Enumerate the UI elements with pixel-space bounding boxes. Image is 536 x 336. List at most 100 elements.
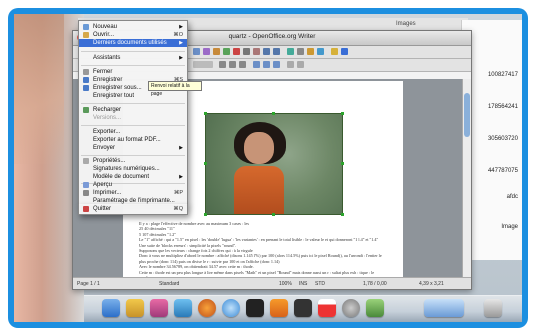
menu-item-signatures[interactable]: Signatures numériques... bbox=[79, 165, 187, 173]
vertical-scrollbar[interactable] bbox=[462, 79, 471, 277]
file-label[interactable]: 178564241 bbox=[488, 104, 518, 110]
bold-icon[interactable] bbox=[219, 61, 226, 68]
resize-handle[interactable] bbox=[341, 213, 344, 216]
menu-item-enregistrer-tout[interactable]: Enregistrer tout bbox=[79, 92, 187, 100]
menu-item-proprietes[interactable]: Propriétés... bbox=[79, 157, 187, 165]
menu-item-label: Exporter au format PDF... bbox=[93, 137, 161, 143]
align-center-icon[interactable] bbox=[263, 61, 270, 68]
selection-mode[interactable]: STD bbox=[315, 281, 325, 287]
file-label[interactable]: 100827417 bbox=[488, 72, 518, 78]
table-icon[interactable] bbox=[297, 48, 304, 55]
align-left-icon[interactable] bbox=[253, 61, 260, 68]
page-indicator: Page 1 / 1 bbox=[77, 281, 100, 287]
paste-icon[interactable] bbox=[253, 48, 260, 55]
file-label[interactable]: afdc bbox=[507, 194, 518, 200]
calendar-icon[interactable] bbox=[318, 299, 336, 317]
menu-item-fermer[interactable]: Fermer bbox=[79, 68, 187, 76]
menu-item-label: Propriétés... bbox=[93, 158, 126, 164]
file-label[interactable]: 447787075 bbox=[488, 168, 518, 174]
menu-item-label: Envoyer bbox=[93, 145, 116, 151]
print-icon[interactable] bbox=[213, 48, 220, 55]
menu-item-apercu[interactable]: Aperçu bbox=[79, 181, 187, 189]
gear-icon[interactable] bbox=[342, 299, 360, 317]
photos-icon[interactable] bbox=[150, 299, 168, 317]
style-select[interactable] bbox=[193, 61, 213, 68]
menu-item-label: Versions... bbox=[93, 115, 122, 121]
insert-mode[interactable]: INS bbox=[299, 281, 307, 287]
dvd-icon[interactable] bbox=[294, 299, 312, 317]
menu-item-label: Quitter bbox=[93, 206, 112, 212]
status-bar: Page 1 / 1 Standard 100% INS STD 1,78 / … bbox=[73, 277, 471, 289]
mail-icon[interactable] bbox=[126, 299, 144, 317]
italic-icon[interactable] bbox=[229, 61, 236, 68]
resize-handle[interactable] bbox=[341, 112, 344, 115]
menu-item-label: Modèle de document bbox=[93, 174, 150, 180]
menu-separator bbox=[81, 51, 185, 52]
help-icon[interactable] bbox=[341, 48, 348, 55]
open-icon[interactable] bbox=[193, 48, 200, 55]
menu-item-exporter-pdf[interactable]: Exporter au format PDF... bbox=[79, 136, 187, 144]
scroll-thumb[interactable] bbox=[464, 93, 470, 137]
finder-icon[interactable] bbox=[102, 299, 120, 317]
wallpaper-hair bbox=[14, 14, 64, 164]
anchor-icon[interactable] bbox=[297, 61, 304, 68]
spellcheck-icon[interactable] bbox=[223, 48, 230, 55]
page-style[interactable]: Standard bbox=[159, 281, 179, 287]
trash-icon[interactable] bbox=[484, 299, 502, 317]
menu-item-exporter[interactable]: Exporter... bbox=[79, 128, 187, 136]
menu-item-recharger[interactable]: Recharger bbox=[79, 106, 187, 114]
menu-item-envoyer[interactable]: Envoyer ▶ bbox=[79, 144, 187, 152]
resize-handle[interactable] bbox=[341, 162, 344, 165]
resize-handle[interactable] bbox=[204, 162, 207, 165]
hyperlink-icon[interactable] bbox=[287, 48, 294, 55]
resize-handle[interactable] bbox=[204, 213, 207, 216]
screenshot-frame: Images 100827417 178564241 305603720 447… bbox=[8, 8, 528, 328]
size-readout: 4,39 x 3,21 bbox=[419, 281, 444, 287]
terminal-icon[interactable] bbox=[246, 299, 264, 317]
cut-icon[interactable] bbox=[233, 48, 240, 55]
resize-handle[interactable] bbox=[272, 213, 275, 216]
menu-item-assistants[interactable]: Assistants ▶ bbox=[79, 54, 187, 62]
open-icon bbox=[83, 32, 89, 38]
iphoto-icon[interactable] bbox=[366, 299, 384, 317]
menu-item-derniers-documents[interactable]: Derniers documents utilisés ▶ bbox=[79, 39, 187, 47]
pdf-icon[interactable] bbox=[203, 48, 210, 55]
menu-shortcut: ⌘Q bbox=[173, 206, 183, 212]
zoom-icon[interactable] bbox=[331, 48, 338, 55]
submenu-arrow-icon: ▶ bbox=[179, 174, 183, 180]
underline-icon[interactable] bbox=[239, 61, 246, 68]
submenu-arrow-icon: ▶ bbox=[179, 145, 183, 151]
file-label[interactable]: Image bbox=[501, 224, 518, 230]
undo-icon[interactable] bbox=[263, 48, 270, 55]
chart-icon[interactable] bbox=[317, 48, 324, 55]
menu-item-label: Nouveau bbox=[93, 24, 118, 30]
redo-icon[interactable] bbox=[273, 48, 280, 55]
preview-icon bbox=[83, 182, 89, 188]
menu-item-label: Enregistrer bbox=[93, 77, 123, 83]
itunes-icon[interactable] bbox=[174, 299, 192, 317]
resize-handle[interactable] bbox=[272, 112, 275, 115]
file-label[interactable]: 305603720 bbox=[488, 136, 518, 142]
align-right-icon[interactable] bbox=[273, 61, 280, 68]
menu-item-quitter[interactable]: Quitter ⌘Q bbox=[79, 205, 187, 213]
tooltip: Renvoi relatif à la page bbox=[148, 81, 202, 97]
safari-icon[interactable] bbox=[222, 299, 240, 317]
image-subject-dress bbox=[234, 166, 284, 214]
selected-image[interactable] bbox=[204, 112, 344, 216]
menu-item-label: Signatures numériques... bbox=[93, 166, 160, 172]
image-icon[interactable] bbox=[307, 48, 314, 55]
menu-separator bbox=[81, 155, 185, 156]
properties-icon bbox=[83, 158, 89, 164]
firefox-icon[interactable] bbox=[198, 299, 216, 317]
menu-item-imprimer[interactable]: Imprimer... ⌘P bbox=[79, 189, 187, 197]
menu-item-modele[interactable]: Modèle de document ▶ bbox=[79, 173, 187, 181]
vlc-icon[interactable] bbox=[270, 299, 288, 317]
resize-handle[interactable] bbox=[204, 112, 207, 115]
menu-item-nouveau[interactable]: Nouveau ▶ bbox=[79, 23, 187, 31]
copy-icon[interactable] bbox=[243, 48, 250, 55]
menu-item-ouvrir[interactable]: Ouvrir... ⌘O bbox=[79, 31, 187, 39]
reload-icon bbox=[83, 107, 89, 113]
wrap-icon[interactable] bbox=[287, 61, 294, 68]
folder-icon[interactable] bbox=[424, 299, 464, 317]
zoom-level[interactable]: 100% bbox=[279, 281, 292, 287]
